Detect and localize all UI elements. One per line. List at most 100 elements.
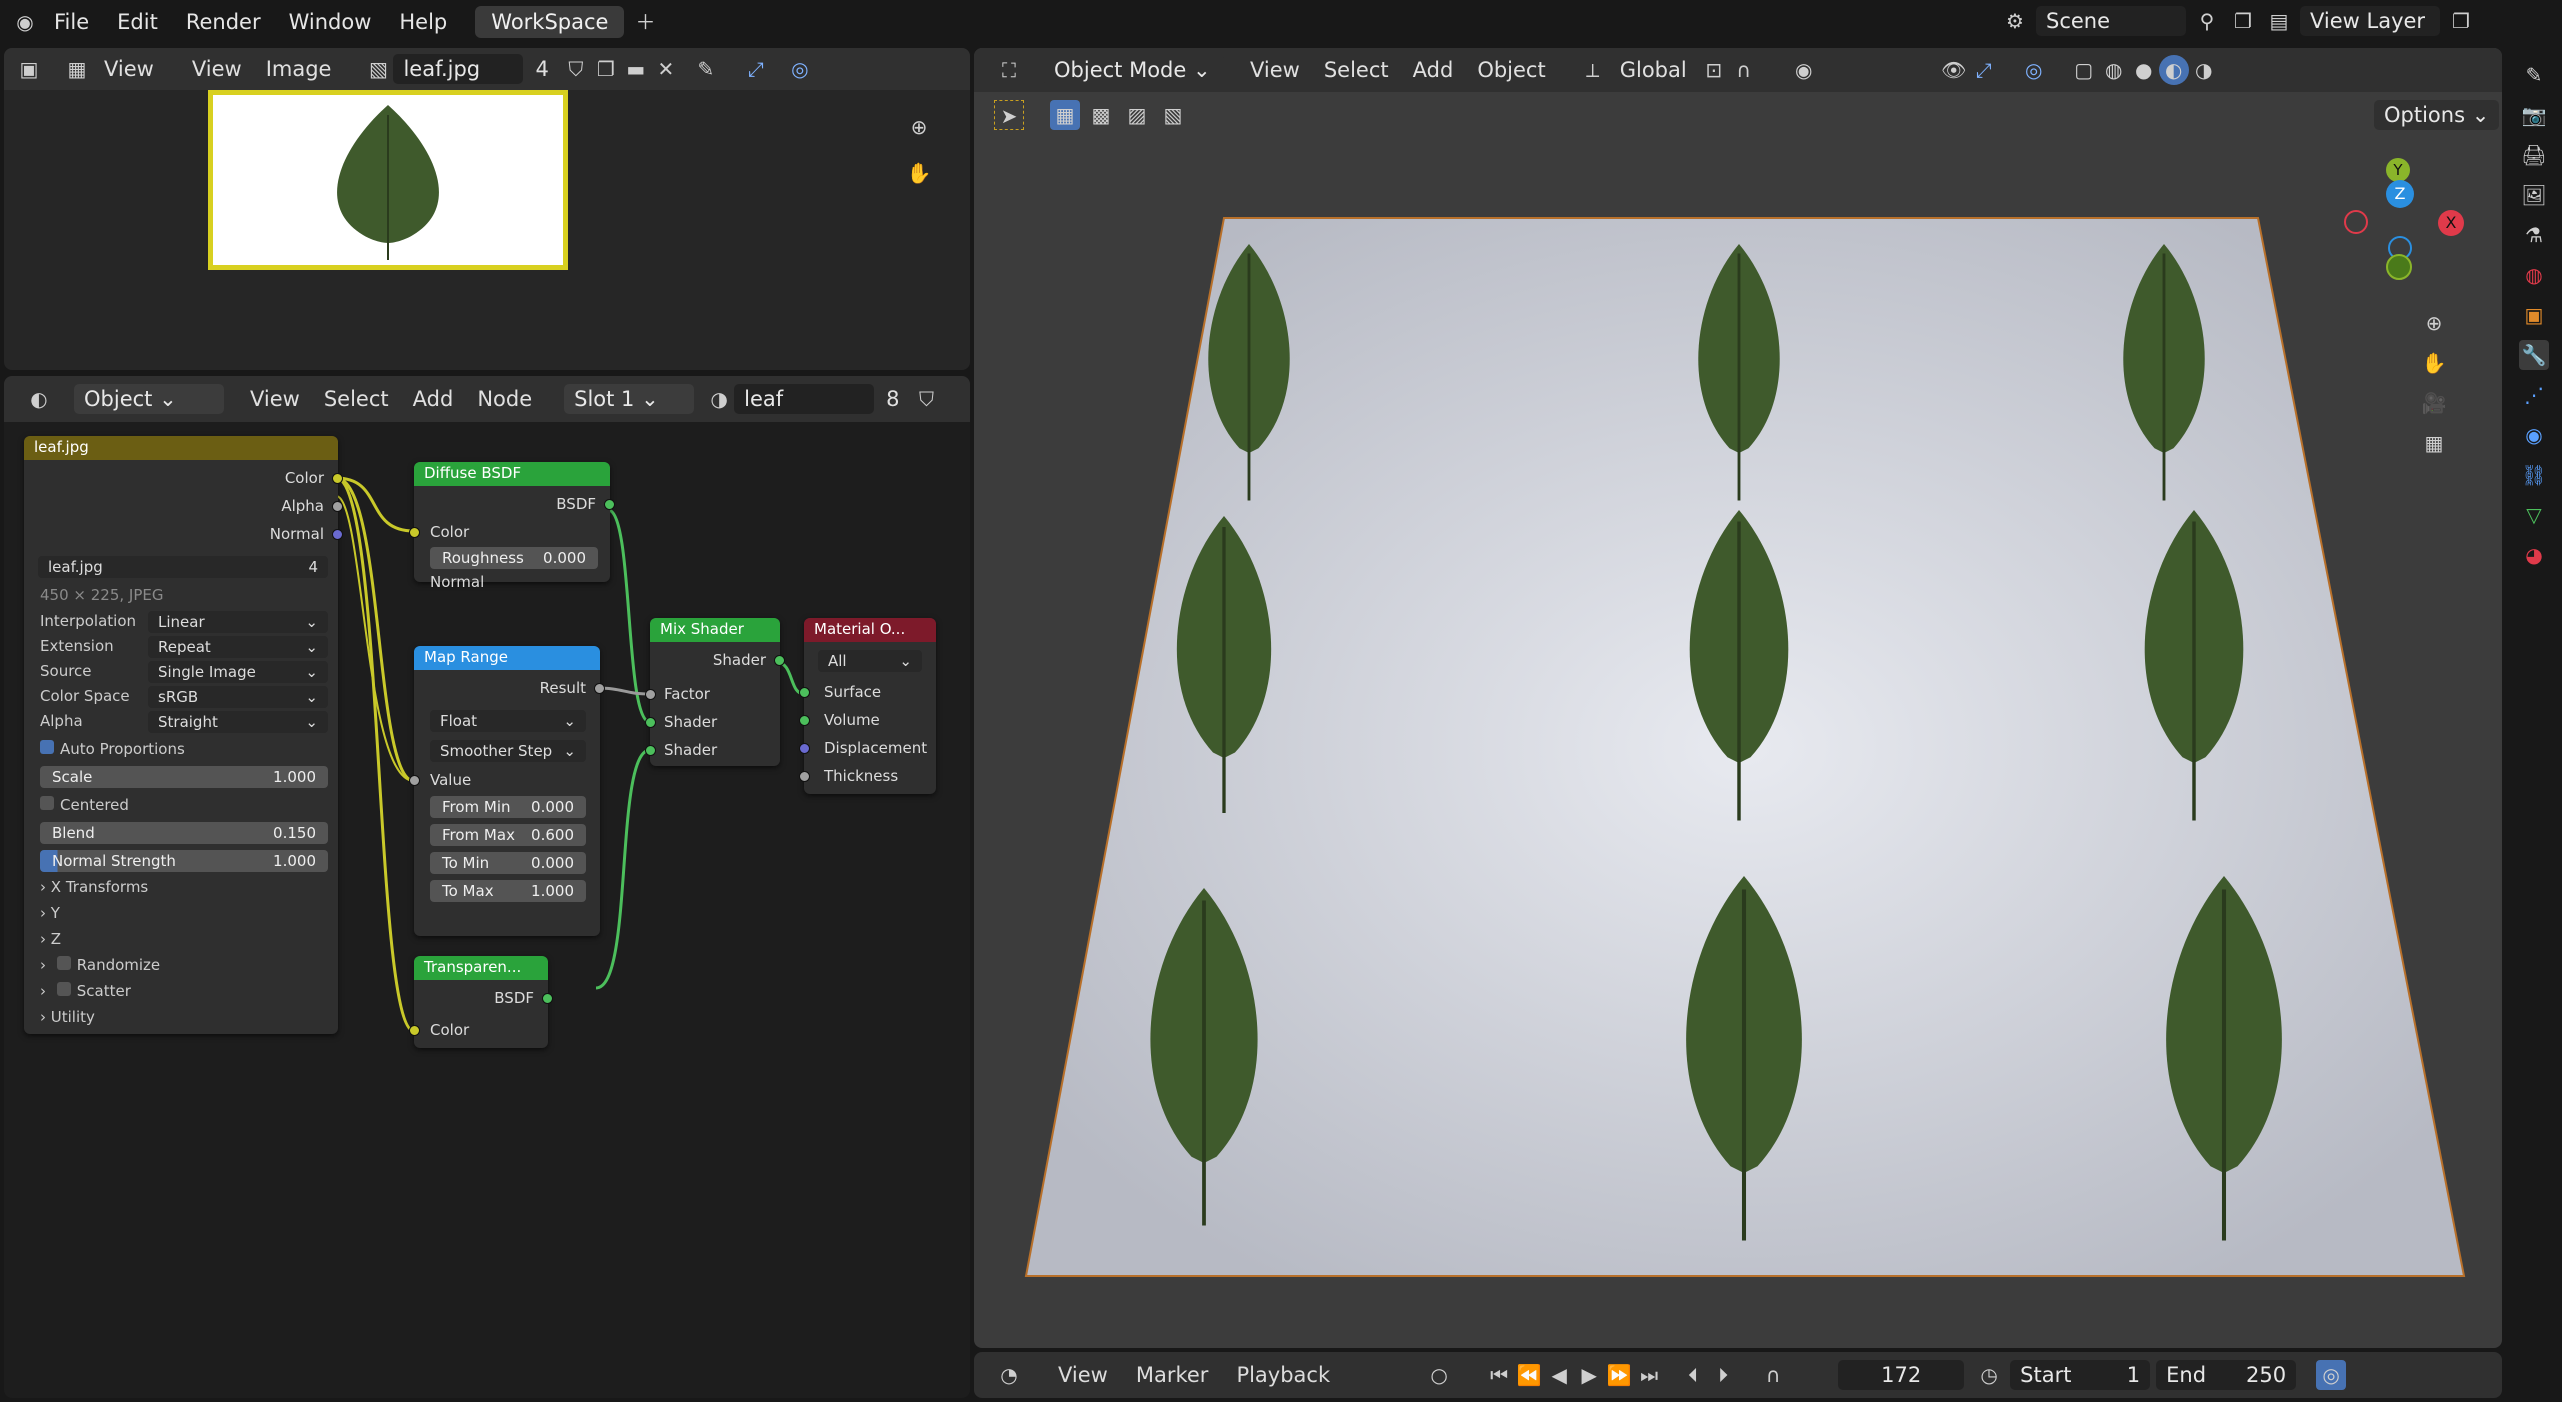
material-output-node[interactable]: Material O... All ⌄ Surface Volume Displa… xyxy=(799,618,936,794)
node-image-field[interactable]: leaf.jpg 4 xyxy=(38,556,328,578)
y-panel[interactable]: › Y xyxy=(40,904,60,922)
add-workspace-icon[interactable]: ＋ xyxy=(630,7,660,37)
normal-strength-field[interactable]: Normal Strength 1.000 xyxy=(40,850,328,872)
to-min-field[interactable]: To Min 0.000 xyxy=(430,852,586,874)
gizmo-x[interactable]: X xyxy=(2438,210,2464,236)
folder-icon[interactable]: ▬ xyxy=(621,54,651,84)
pin-icon[interactable]: ⚲ xyxy=(2192,6,2222,36)
mix-header[interactable]: Mix Shader xyxy=(650,618,780,642)
surface-socket[interactable] xyxy=(799,687,810,698)
object-tab-icon[interactable]: ▣ xyxy=(2519,300,2549,330)
end-frame-field[interactable]: End 250 xyxy=(2156,1360,2297,1390)
mix-shader-node[interactable]: Mix Shader Shader Factor Shader Shader xyxy=(645,618,785,766)
image-texture-header[interactable]: leaf.jpg xyxy=(24,436,338,460)
shader1-socket[interactable] xyxy=(645,717,656,728)
transparent-bsdf-node[interactable]: Transparen... BSDF Color xyxy=(409,956,553,1048)
clock-icon[interactable]: ◷ xyxy=(1974,1360,2004,1390)
gizmo-neg-x[interactable] xyxy=(2344,210,2368,234)
play-reverse-icon[interactable]: ◀ xyxy=(1544,1360,1574,1390)
interp-dropdown[interactable]: Linear ⌄ xyxy=(148,611,328,633)
mix-output-socket[interactable] xyxy=(774,655,785,666)
jump-start-icon[interactable]: ⏮ xyxy=(1484,1360,1514,1390)
overlay-icon[interactable]: ◎ xyxy=(785,54,815,84)
menu-window[interactable]: Window xyxy=(275,10,386,34)
to-max-field[interactable]: To Max 1.000 xyxy=(430,880,586,902)
diffuse-color-socket[interactable] xyxy=(409,527,420,538)
grid-icon[interactable]: ▦ xyxy=(2419,428,2449,458)
next-key-icon[interactable]: ⏩ xyxy=(1604,1360,1634,1390)
shader2-socket[interactable] xyxy=(645,745,656,756)
randomize-panel[interactable]: › Randomize xyxy=(40,956,160,974)
result-output-socket[interactable] xyxy=(594,683,605,694)
color-output-socket[interactable] xyxy=(332,473,343,484)
tl-overlay-icon[interactable]: ◎ xyxy=(2316,1360,2347,1390)
scene-icon[interactable]: ⚙ xyxy=(2000,6,2030,36)
z-panel[interactable]: › Z xyxy=(40,930,61,948)
utility-panel[interactable]: › Utility xyxy=(40,1008,95,1026)
data-type-dropdown[interactable]: Float ⌄ xyxy=(430,710,586,732)
x-transforms-panel[interactable]: › X Transforms xyxy=(40,878,148,896)
alpha-output-socket[interactable] xyxy=(332,501,343,512)
transparent-output-socket[interactable] xyxy=(542,993,553,1004)
displacement-socket[interactable] xyxy=(799,743,810,754)
vp-zoom-icon[interactable]: ⊕ xyxy=(2419,308,2449,338)
tl-view-menu[interactable]: View xyxy=(1044,1363,1122,1387)
target-dropdown[interactable]: All ⌄ xyxy=(818,650,922,672)
play-icon[interactable]: ▶ xyxy=(1574,1360,1604,1390)
centered-checkbox[interactable]: Centered xyxy=(40,796,129,814)
normal-output-socket[interactable] xyxy=(332,529,343,540)
particles-tab-icon[interactable]: ⋰ xyxy=(2519,380,2549,410)
navigation-gizmo[interactable]: Y Z X xyxy=(2344,158,2464,280)
colorspace-dropdown[interactable]: sRGB ⌄ xyxy=(148,686,328,708)
scatter-panel[interactable]: › Scatter xyxy=(40,982,131,1000)
transparent-color-socket[interactable] xyxy=(409,1025,420,1036)
duplicate-icon[interactable]: ❐ xyxy=(591,54,621,84)
image-texture-node[interactable]: leaf.jpg Color Alpha Normal leaf.jpg 4 45… xyxy=(24,436,343,1034)
tl-playback-menu[interactable]: Playback xyxy=(1222,1363,1344,1387)
fake-user-icon[interactable]: ⛉ xyxy=(561,54,591,84)
gizmo-icon[interactable]: ⤢ xyxy=(741,54,771,84)
keying-icon[interactable]: ∩ xyxy=(1758,1360,1788,1390)
material-tab-icon[interactable]: ◕ xyxy=(2519,540,2549,570)
prev-frame-icon[interactable]: ⏴ xyxy=(1678,1360,1708,1390)
menu-edit[interactable]: Edit xyxy=(103,10,172,34)
diffuse-bsdf-node[interactable]: Diffuse BSDF BSDF Color Roughness 0.000 N… xyxy=(409,462,615,591)
map-range-node[interactable]: Map Range Result Float ⌄ Smoother Step ⌄ V… xyxy=(409,646,605,936)
view-menu-2[interactable]: View xyxy=(180,57,254,81)
menu-file[interactable]: File xyxy=(40,10,103,34)
vp-hand-icon[interactable]: ✋ xyxy=(2419,348,2449,378)
gizmo-neg-y[interactable] xyxy=(2386,254,2412,280)
tl-marker-menu[interactable]: Marker xyxy=(1122,1363,1223,1387)
editor-type-icon[interactable]: ▣ xyxy=(14,54,44,84)
image-name-field[interactable]: leaf.jpg xyxy=(393,54,524,84)
pin-icon[interactable]: ✎ xyxy=(691,54,721,84)
render-tab-icon[interactable]: 📷 xyxy=(2519,100,2549,130)
view-layer-field[interactable]: View Layer xyxy=(2300,6,2440,36)
transparent-header[interactable]: Transparen... xyxy=(414,956,548,980)
record-icon[interactable]: ○ xyxy=(1424,1360,1454,1390)
menu-help[interactable]: Help xyxy=(385,10,461,34)
new-scene-icon[interactable]: ❐ xyxy=(2228,6,2258,36)
data-tab-icon[interactable]: ▽ xyxy=(2519,500,2549,530)
physics-tab-icon[interactable]: ◉ xyxy=(2519,420,2549,450)
view-layer-tab-icon[interactable]: 🖼 xyxy=(2519,180,2549,210)
thickness-socket[interactable] xyxy=(799,771,810,782)
image-mode-icon[interactable]: ▦ xyxy=(62,54,92,84)
start-frame-field[interactable]: Start 1 xyxy=(2010,1360,2151,1390)
layer-icon[interactable]: ▤ xyxy=(2264,6,2294,36)
alpha-mode-dropdown[interactable]: Straight ⌄ xyxy=(148,711,328,733)
menu-render[interactable]: Render xyxy=(172,10,275,34)
camera-icon[interactable]: 🎥 xyxy=(2419,388,2449,418)
interp-type-dropdown[interactable]: Smoother Step ⌄ xyxy=(430,740,586,762)
next-frame-icon[interactable]: ⏵ xyxy=(1708,1360,1738,1390)
hand-icon[interactable]: ✋ xyxy=(904,158,934,188)
scene-tab-icon[interactable]: ⚗ xyxy=(2519,220,2549,250)
gizmo-y[interactable]: Y xyxy=(2386,158,2410,182)
output-header[interactable]: Material O... xyxy=(804,618,936,642)
value-input-socket[interactable] xyxy=(409,775,420,786)
factor-socket[interactable] xyxy=(645,689,656,700)
source-dropdown[interactable]: Single Image ⌄ xyxy=(148,661,328,683)
scene-field[interactable]: Scene xyxy=(2036,6,2186,36)
from-max-field[interactable]: From Max 0.600 xyxy=(430,824,586,846)
scale-field[interactable]: Scale 1.000 xyxy=(40,766,328,788)
